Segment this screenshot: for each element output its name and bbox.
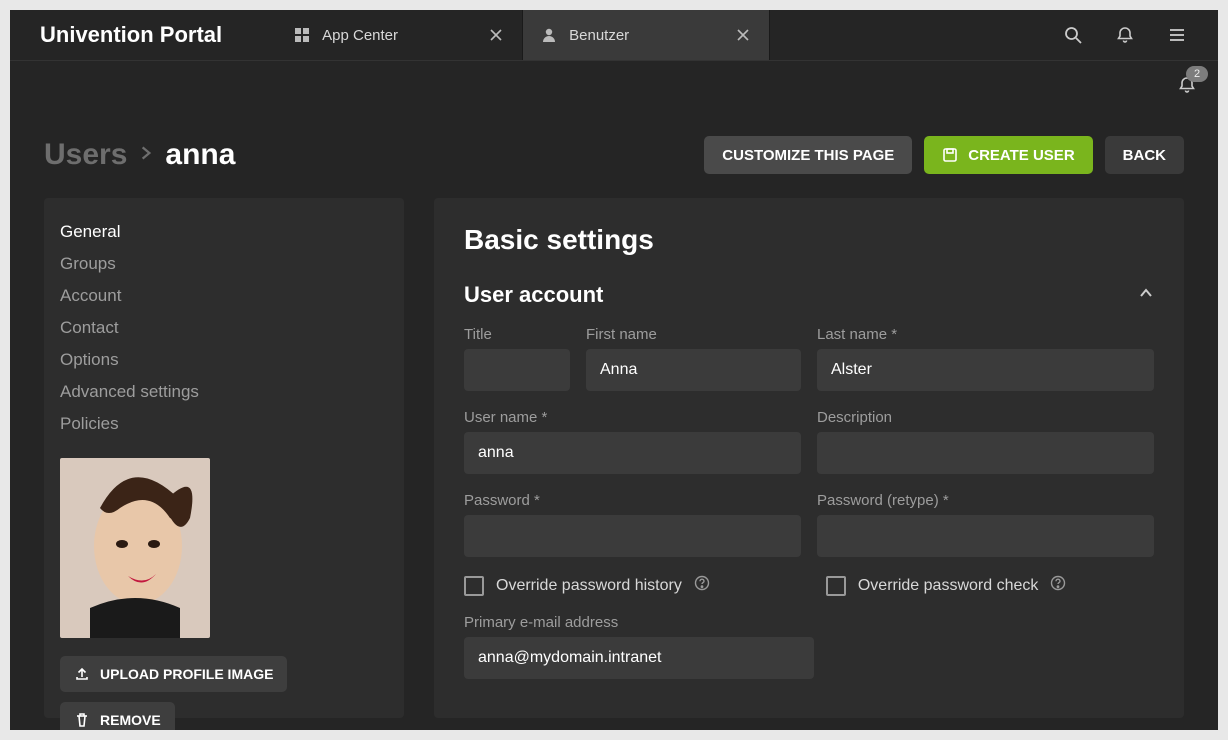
field-primary-email: Primary e-mail address <box>464 614 814 679</box>
field-title: Title <box>464 326 570 391</box>
override-check-label: Override password check <box>858 577 1039 595</box>
help-icon[interactable] <box>1050 575 1066 596</box>
sidebar-item-policies[interactable]: Policies <box>60 408 388 440</box>
upload-icon <box>74 666 90 682</box>
content-area: Users anna CUSTOMIZE THIS PAGE CREATE US… <box>10 108 1218 730</box>
user-name-label: User name * <box>464 409 801 426</box>
back-button[interactable]: BACK <box>1105 136 1184 174</box>
breadcrumb-root[interactable]: Users <box>44 138 127 172</box>
profile-image <box>60 458 210 638</box>
topbar-icons <box>1062 24 1188 46</box>
primary-email-label: Primary e-mail address <box>464 614 814 631</box>
password-retype-input[interactable] <box>817 515 1154 557</box>
brand-title: Univention Portal <box>40 22 222 48</box>
sidebar-item-contact[interactable]: Contact <box>60 312 388 344</box>
bell-icon[interactable] <box>1114 24 1136 46</box>
title-label: Title <box>464 326 570 343</box>
checkbox-icon[interactable] <box>826 576 846 596</box>
form-row: Primary e-mail address <box>464 614 1154 679</box>
sidebar-item-groups[interactable]: Groups <box>60 248 388 280</box>
sidebar-item-general[interactable]: General <box>60 216 388 248</box>
form-row: Password * Password (retype) * <box>464 492 1154 557</box>
sidebar-item-account[interactable]: Account <box>60 280 388 312</box>
help-icon[interactable] <box>694 575 710 596</box>
notifications-bell[interactable]: 2 <box>1176 74 1198 96</box>
remove-button[interactable]: REMOVE <box>60 702 175 730</box>
field-first-name: First name <box>586 326 801 391</box>
tab-label: App Center <box>322 27 476 44</box>
field-user-name: User name * <box>464 409 801 474</box>
field-description: Description <box>817 409 1154 474</box>
panel-title: Basic settings <box>464 224 1154 256</box>
first-name-label: First name <box>586 326 801 343</box>
apps-icon <box>294 27 310 43</box>
chevron-right-icon <box>137 144 155 167</box>
menu-icon[interactable] <box>1166 24 1188 46</box>
form-row: Title First name Last name * <box>464 326 1154 391</box>
notifications-badge: 2 <box>1186 66 1208 82</box>
override-history-label: Override password history <box>496 577 682 595</box>
last-name-label: Last name * <box>817 326 1154 343</box>
upload-profile-image-button[interactable]: UPLOAD PROFILE IMAGE <box>60 656 287 692</box>
description-label: Description <box>817 409 1154 426</box>
create-user-button[interactable]: CREATE USER <box>924 136 1092 174</box>
remove-label: REMOVE <box>100 712 161 728</box>
breadcrumb-current: anna <box>165 138 235 172</box>
first-name-input[interactable] <box>586 349 801 391</box>
tab-label: Benutzer <box>569 27 723 44</box>
description-input[interactable] <box>817 432 1154 474</box>
save-icon <box>942 147 958 163</box>
create-user-label: CREATE USER <box>968 147 1074 164</box>
trash-icon <box>74 712 90 728</box>
tab-benutzer[interactable]: Benutzer <box>523 10 770 60</box>
page-header: Users anna CUSTOMIZE THIS PAGE CREATE US… <box>44 136 1184 174</box>
last-name-input[interactable] <box>817 349 1154 391</box>
form-row: User name * Description <box>464 409 1154 474</box>
checkbox-icon[interactable] <box>464 576 484 596</box>
password-input[interactable] <box>464 515 801 557</box>
section-header[interactable]: User account <box>464 282 1154 308</box>
checkbox-row: Override password history Override passw… <box>464 575 1154 596</box>
main-panel: Basic settings User account Title <box>434 198 1184 718</box>
tab-strip: App Center Benutzer <box>276 10 770 60</box>
sidebar-actions: UPLOAD PROFILE IMAGE REMOVE <box>60 656 388 730</box>
chevron-up-icon <box>1138 285 1154 306</box>
close-icon[interactable] <box>735 27 751 43</box>
password-retype-label: Password (retype) * <box>817 492 1154 509</box>
tab-app-center[interactable]: App Center <box>276 10 523 60</box>
field-password: Password * <box>464 492 801 557</box>
sidebar-item-options[interactable]: Options <box>60 344 388 376</box>
override-check-item[interactable]: Override password check <box>826 575 1067 596</box>
password-label: Password * <box>464 492 801 509</box>
field-password-retype: Password (retype) * <box>817 492 1154 557</box>
page-actions: CUSTOMIZE THIS PAGE CREATE USER BACK <box>704 136 1184 174</box>
second-bar: 2 <box>10 60 1218 109</box>
section-title: User account <box>464 282 603 308</box>
override-history-item[interactable]: Override password history <box>464 575 710 596</box>
sidebar-item-advanced[interactable]: Advanced settings <box>60 376 388 408</box>
customize-page-button[interactable]: CUSTOMIZE THIS PAGE <box>704 136 912 174</box>
close-icon[interactable] <box>488 27 504 43</box>
user-icon <box>541 27 557 43</box>
search-icon[interactable] <box>1062 24 1084 46</box>
title-input[interactable] <box>464 349 570 391</box>
sidebar-panel: General Groups Account Contact Options A… <box>44 198 404 718</box>
top-bar: Univention Portal App Center Benutzer <box>10 10 1218 60</box>
field-last-name: Last name * <box>817 326 1154 391</box>
upload-label: UPLOAD PROFILE IMAGE <box>100 666 273 682</box>
user-name-input[interactable] <box>464 432 801 474</box>
columns: General Groups Account Contact Options A… <box>44 198 1184 718</box>
primary-email-input[interactable] <box>464 637 814 679</box>
